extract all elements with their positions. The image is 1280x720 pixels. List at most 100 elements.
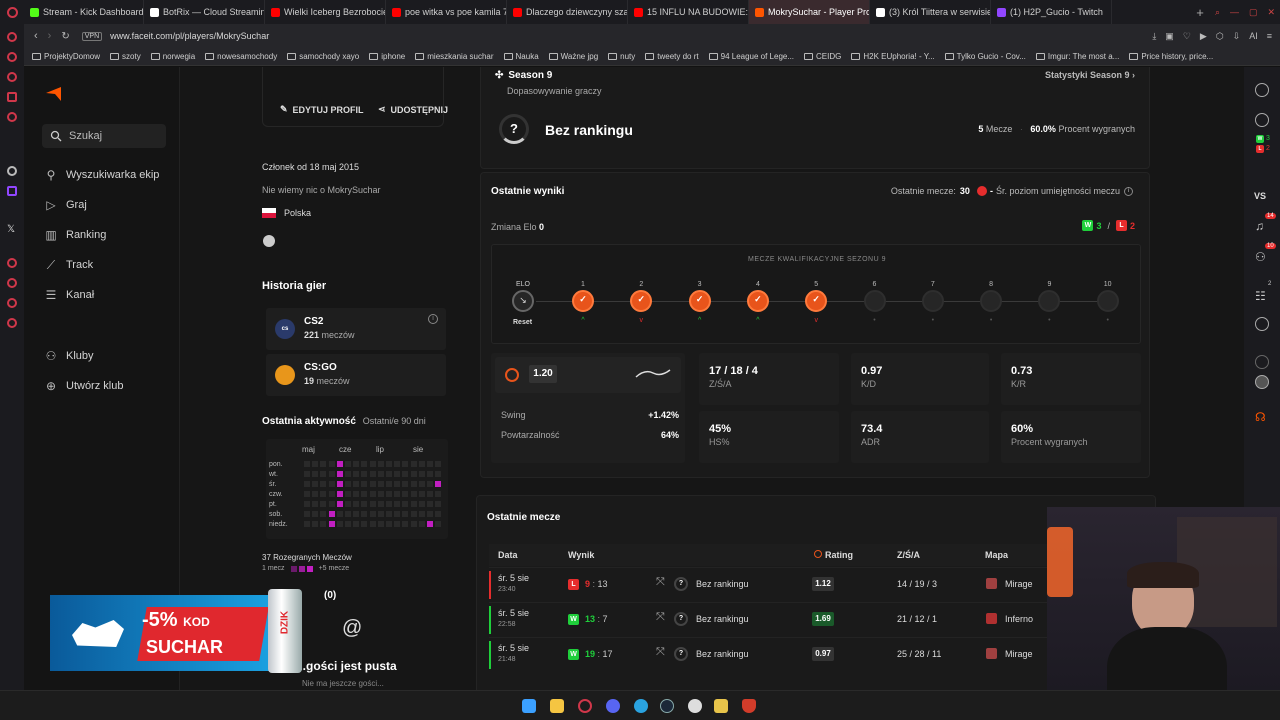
browser-tab[interactable]: MokrySuchar - Player Profi [749,0,870,24]
vpn-badge[interactable]: VPN [81,31,103,41]
telegram-icon[interactable] [634,699,648,713]
reload-icon[interactable]: ↻ [61,31,69,42]
search-tabs-icon[interactable]: ⌕ [1215,7,1220,18]
bookmark-item[interactable]: samochody xayo [287,52,359,61]
bookmark-item[interactable]: Ważne jpg [548,52,598,61]
player-avatar-icon[interactable] [1255,375,1269,389]
bookmark-item[interactable]: norwegia [150,52,195,61]
nav-item-team-finder[interactable]: ⚲ Wyszukiwarka ekip [44,168,160,182]
browser-tab[interactable]: Wielki Iceberg Bezrobocie [265,0,386,24]
sidebar-twitch-icon[interactable] [7,186,17,196]
browser-tab[interactable]: Stream - Kick Dashboard [24,0,144,24]
bookmark-item[interactable]: CEIDG [804,52,841,61]
discord-icon[interactable] [606,699,620,713]
match-empty-node[interactable] [1096,290,1119,312]
downloads-icon[interactable]: ⇩ [1233,31,1241,42]
sidebar-home-icon[interactable] [7,32,17,42]
bookmark-item[interactable]: Nauka [503,52,539,61]
menu-icon[interactable]: ≡ [1267,31,1272,42]
vs-label[interactable]: VS [1254,191,1266,201]
nav-item-play[interactable]: ▷ Graj [44,198,86,212]
match-empty-node[interactable] [921,290,944,312]
nav-item-track[interactable]: ⟋ Track [44,258,93,272]
game-card-csgo[interactable]: CS:GO 19 meczów [266,354,446,396]
friends-icon[interactable]: ⚇ [1255,250,1266,264]
bookmark-item[interactable]: mieszkania suchar [415,52,494,61]
table-row[interactable]: śr. 5 sie 23:40 L 9 : 13 ⤧? Bez rankingu 1.12 1… [489,567,1049,601]
info-icon[interactable]: i [428,314,438,324]
browser-tab[interactable]: (3) Król Tiittera w serwisie [870,0,991,24]
browser-tab[interactable]: poe witka vs poe kamila 7 [386,0,507,24]
sidebar-chatgpt-icon[interactable] [7,166,17,176]
snapshot-icon[interactable]: ▣ [1165,31,1174,42]
bookmark-item[interactable]: Imgur: The most a... [1035,52,1119,61]
close-window-icon[interactable]: ✕ [1267,7,1275,18]
bookmark-item[interactable]: Tylko Gucio - Cov... [944,52,1026,61]
bookmark-item[interactable]: H2K EUphoria! - Y... [851,52,935,61]
info-icon[interactable]: i [1124,186,1133,196]
chrome-icon[interactable] [688,699,702,713]
sidebar-youtube-icon[interactable] [7,92,17,102]
sidebar-history-icon[interactable] [7,258,17,268]
search-box[interactable]: Szukaj [42,124,166,148]
play-icon[interactable]: ▶ [1200,31,1207,42]
url-field[interactable]: www.faceit.com/pl/players/MokrySuchar [110,31,269,41]
forward-icon[interactable]: › [48,30,52,42]
bookmark-item[interactable]: 94 League of Lege... [708,52,794,61]
back-icon[interactable]: ‹ [34,30,38,42]
opera-logo-icon[interactable] [0,0,24,24]
avatar-icon[interactable] [1255,83,1269,97]
table-row[interactable]: śr. 5 sie 21:48 W 19 : 17 ⤧? Bez rankingu 0.97… [489,637,1049,671]
help-icon[interactable] [1255,113,1269,127]
match-win-node[interactable]: ✓ [746,290,769,312]
add-icon[interactable] [1255,317,1269,331]
browser-tab[interactable]: 15 INFLU NA BUDOWIE: Le [628,0,749,24]
sidebar-aria-icon[interactable] [7,52,17,62]
user-icon[interactable] [1255,355,1269,369]
edit-profile-button[interactable]: ✎ EDYTUJ PROFIL [280,104,364,115]
sidebar-settings-icon[interactable] [7,318,17,328]
nav-item-create-club[interactable]: ⊕ Utwórz klub [44,379,124,393]
nav-item-ranking[interactable]: ▥ Ranking [44,228,106,242]
match-empty-node[interactable] [1038,290,1061,312]
bookmark-item[interactable]: Price history, price... [1129,52,1213,61]
match-win-node[interactable]: ✓ [572,290,594,312]
nav-item-channel[interactable]: ☰ Kanał [44,288,95,302]
match-empty-node[interactable] [980,290,1003,312]
sidebar-x-icon[interactable]: 𝕏 [7,224,15,235]
bookmark-item[interactable]: iphone [369,52,405,61]
faceit-logo-icon[interactable] [46,87,62,101]
sidebar-personal-icon[interactable] [7,298,17,308]
bookmark-item[interactable]: nowesamochody [205,52,277,61]
match-win-node[interactable]: ✓ [630,290,653,312]
steam-icon[interactable] [263,235,275,247]
extensions-icon[interactable]: ⬡ [1216,31,1224,42]
download-page-icon[interactable]: ⤓ [1152,31,1156,42]
bookmark-item[interactable]: ProjektyDomow [32,52,100,61]
bookmark-item[interactable]: nuty [608,52,635,61]
new-tab-button[interactable]: + [1190,5,1210,20]
sidebar-download-icon[interactable] [7,278,17,288]
opera-taskbar-icon[interactable] [578,699,592,713]
steam-taskbar-icon[interactable] [660,699,674,713]
table-row[interactable]: śr. 5 sie 22:58 W 13 : 7 ⤧? Bez rankingu 1.69 2… [489,602,1049,636]
game-card-cs2[interactable]: cs CS2 221 meczów i [266,308,446,350]
season-stats-link[interactable]: Statystyki Season 9 › [1045,70,1135,80]
sidebar-music-icon[interactable] [7,112,17,122]
bookmark-item[interactable]: szoty [110,52,141,61]
sidebar-workspace-icon[interactable] [7,72,17,82]
bell-icon[interactable]: ♫ [1255,219,1264,233]
share-button[interactable]: ⋖ UDOSTĘPNIJ [378,104,448,115]
match-win-node[interactable]: ✓ [688,290,711,312]
browser-tab[interactable]: (1) H2P_Gucio - Twitch [991,0,1112,24]
bookmark-icon[interactable]: ♡ [1183,31,1191,42]
app-icon[interactable] [714,699,728,713]
browser-tab[interactable]: Dlaczego dziewczyny szan [507,0,628,24]
headset-icon[interactable]: ☊ [1255,410,1266,424]
nav-item-clubs[interactable]: ⚇ Kluby [44,349,94,363]
maximize-icon[interactable]: ▢ [1249,7,1258,18]
party-icon[interactable]: ☷ [1255,289,1266,303]
match-empty-node[interactable] [863,290,886,312]
browser-tab[interactable]: BotRix — Cloud Streaming [144,0,265,24]
shield-icon[interactable] [742,699,756,713]
